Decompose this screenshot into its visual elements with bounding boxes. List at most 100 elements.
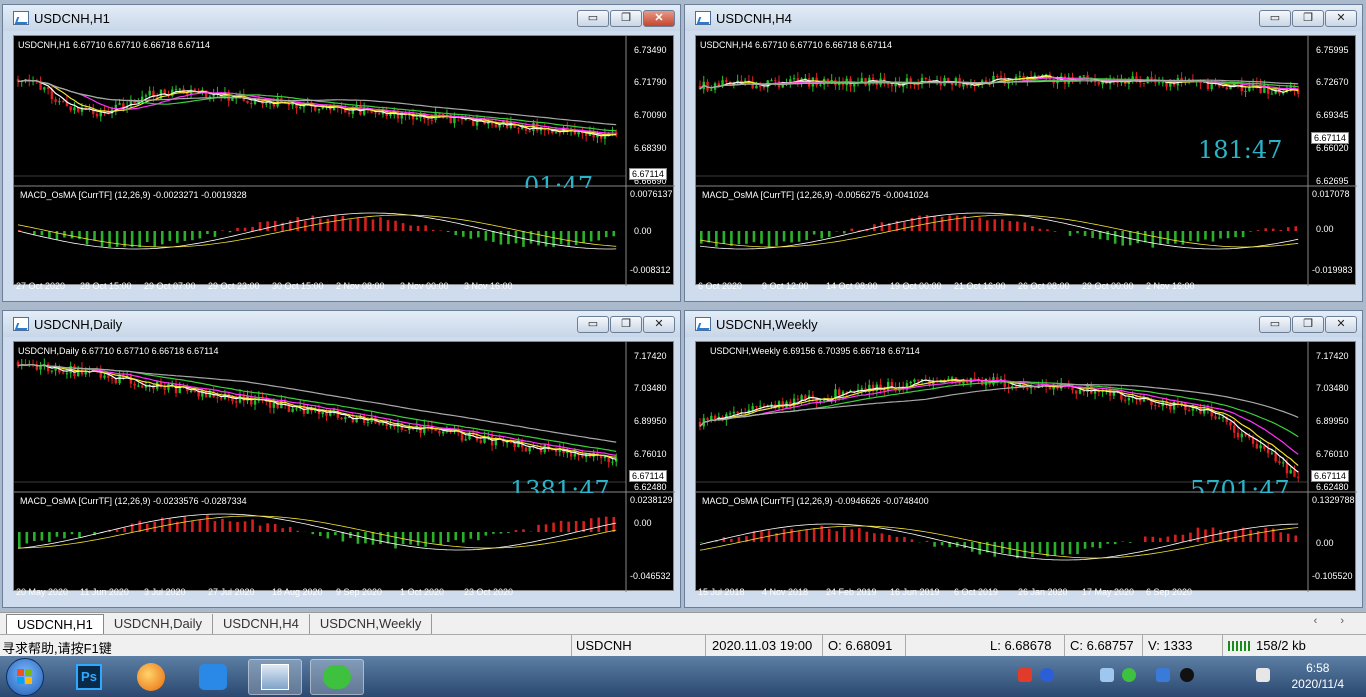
price-tick: 6.89950 — [634, 416, 667, 426]
time-label: 1 Oct 2020 — [400, 587, 445, 597]
maximize-button[interactable]: ❐ — [1292, 316, 1324, 333]
current-price-tag: 6.67114 — [1311, 132, 1349, 144]
time-label: 26 Oct 08:00 — [1018, 281, 1070, 291]
chart-window-daily[interactable]: USDCNH,Daily ▭ ❐ ✕ USDCNH,Daily 6.67710 … — [2, 310, 681, 608]
tab-scroll-arrows[interactable]: ‹ › — [1314, 615, 1354, 627]
tab-usdcnh-h4[interactable]: USDCNH,H4 — [213, 614, 310, 634]
network-tray-icon[interactable] — [1100, 668, 1114, 682]
fox-browser-taskbar-icon[interactable] — [124, 659, 178, 695]
chart-window-h1[interactable]: USDCNH,H1 ▭ ❐ ✕ USDCNH,H1 6.67710 6.6771… — [2, 4, 681, 302]
time-label: 24 Feb 2019 — [826, 587, 877, 597]
sogou-ime-icon[interactable] — [1018, 668, 1032, 682]
macd-tick: 0.00 — [1316, 538, 1334, 548]
minimize-button[interactable]: ▭ — [577, 10, 609, 27]
price-chart[interactable]: USDCNH,H1 6.67710 6.67710 6.66718 6.6711… — [13, 35, 675, 291]
title-bar[interactable]: USDCNH,Daily ▭ ❐ ✕ — [3, 311, 680, 337]
bar-timer: 5701:47 — [1190, 476, 1290, 493]
close-button[interactable]: ✕ — [643, 316, 675, 333]
time-label: 3 Jul 2020 — [144, 587, 186, 597]
time-label: 15 Jul 2018 — [698, 587, 745, 597]
maximize-button[interactable]: ❐ — [1292, 10, 1324, 27]
time-label: 14 Oct 08:00 — [826, 281, 878, 291]
title-bar[interactable]: USDCNH,Weekly ▭ ❐ ✕ — [685, 311, 1362, 337]
time-label: 19 Oct 00:00 — [890, 281, 942, 291]
minimize-button[interactable]: ▭ — [1259, 316, 1291, 333]
qq-tray-icon[interactable] — [1180, 668, 1194, 682]
status-volume: V: 1333 — [1148, 638, 1193, 653]
title-bar[interactable]: USDCNH,H4 ▭ ❐ ✕ — [685, 5, 1362, 31]
macd-tick: 0.00 — [634, 226, 652, 236]
shield-tray-icon[interactable] — [1156, 668, 1170, 682]
current-price-tag: 6.67114 — [629, 168, 667, 180]
chart-window-h4[interactable]: USDCNH,H4 ▭ ❐ ✕ USDCNH,H4 6.67710 6.6771… — [684, 4, 1363, 302]
macd-tick: 0.00 — [634, 518, 652, 528]
chart-window-weekly[interactable]: USDCNH,Weekly ▭ ❐ ✕ USDCNH,Weekly 6.6915… — [684, 310, 1363, 608]
windows-logo-icon — [17, 669, 33, 685]
system-clock[interactable]: 6:58 2020/11/4 — [1292, 660, 1345, 692]
title-bar[interactable]: USDCNH,H1 ▭ ❐ ✕ — [3, 5, 680, 31]
time-label: 6 Sep 2020 — [1146, 587, 1193, 597]
chart-canvas — [14, 36, 675, 286]
status-open: O: 6.68091 — [828, 638, 893, 653]
price-chart[interactable]: USDCNH,Daily 6.67710 6.67710 6.66718 6.6… — [13, 341, 675, 597]
price-chart[interactable]: USDCNH,Weekly 6.69156 6.70395 6.66718 6.… — [695, 341, 1357, 597]
time-axis: 20 May 2020 11 Jun 2020 3 Jul 2020 27 Jul 2… — [14, 586, 634, 600]
time-label: 27 Jul 2020 — [208, 587, 255, 597]
current-price-tag: 6.67114 — [1311, 470, 1349, 482]
maximize-button[interactable]: ❐ — [610, 316, 642, 333]
time-label: 21 Oct 16:00 — [954, 281, 1006, 291]
time-label: 2 Nov 08:00 — [336, 281, 385, 291]
maximize-button[interactable]: ❐ — [610, 10, 642, 27]
macd-tick: 0.00 — [1316, 224, 1334, 234]
time-label: 17 May 2020 — [1082, 587, 1135, 597]
price-tick: 7.03480 — [634, 383, 667, 393]
time-label: 3 Nov 00:00 — [400, 281, 449, 291]
time-label: 28 Oct 15:00 — [80, 281, 132, 291]
wechat-taskbar-icon[interactable] — [310, 659, 364, 695]
price-chart[interactable]: USDCNH,H4 6.67710 6.67710 6.66718 6.6711… — [695, 35, 1357, 291]
price-tick: 6.62480 — [634, 482, 667, 492]
chart-info-label: USDCNH,Daily 6.67710 6.67710 6.66718 6.6… — [18, 346, 219, 356]
time-label: 29 Oct 00:00 — [1082, 281, 1134, 291]
close-button[interactable]: ✕ — [643, 10, 675, 27]
chart-window-icon — [695, 11, 711, 25]
price-tick: 6.72670 — [1316, 77, 1349, 87]
macd-label: MACD_OsMA [CurrTF] (12,26,9) -0.0056275 … — [702, 190, 929, 200]
mt4-taskbar-icon[interactable] — [248, 659, 302, 695]
macd-label: MACD_OsMA [CurrTF] (12,26,9) -0.0233576 … — [20, 496, 247, 506]
signal-bars-icon — [1228, 641, 1252, 651]
price-tick: 6.76010 — [634, 449, 667, 459]
chart-canvas — [14, 342, 675, 592]
time-label: 9 Oct 12:00 — [762, 281, 809, 291]
minimize-button[interactable]: ▭ — [577, 316, 609, 333]
photoshop-taskbar-icon[interactable]: Ps — [62, 659, 116, 695]
status-time: 2020.11.03 19:00 — [712, 638, 813, 653]
close-button[interactable]: ✕ — [1325, 316, 1357, 333]
help-tray-icon[interactable] — [1040, 668, 1054, 682]
price-tick: 6.89950 — [1316, 416, 1349, 426]
tab-usdcnh-weekly[interactable]: USDCNH,Weekly — [310, 614, 433, 634]
tab-usdcnh-h1[interactable]: USDCNH,H1 — [6, 614, 104, 634]
window-title: USDCNH,Weekly — [716, 316, 818, 332]
macd-tick: 0.0238129 — [630, 495, 673, 505]
status-symbol: USDCNH — [576, 638, 632, 653]
window-title: USDCNH,Daily — [34, 316, 123, 332]
volume-tray-icon[interactable] — [1256, 668, 1270, 682]
minimize-button[interactable]: ▭ — [1259, 10, 1291, 27]
tab-usdcnh-daily[interactable]: USDCNH,Daily — [104, 614, 213, 634]
price-tick: 6.73490 — [634, 45, 667, 55]
help-text: 寻求帮助,请按F1键 — [2, 641, 112, 656]
wechat-tray-icon[interactable] — [1122, 668, 1136, 682]
current-price-tag: 6.67114 — [629, 470, 667, 482]
time-label: 16 Jun 2019 — [890, 587, 940, 597]
close-button[interactable]: ✕ — [1325, 10, 1357, 27]
macd-tick: 0.1329788 — [1312, 495, 1355, 505]
bird-app-taskbar-icon[interactable] — [186, 659, 240, 695]
macd-label: MACD_OsMA [CurrTF] (12,26,9) -0.0023271 … — [20, 190, 247, 200]
window-title: USDCNH,H1 — [34, 10, 110, 26]
status-close: C: 6.68757 — [1070, 638, 1134, 653]
chart-info-label: USDCNH,H4 6.67710 6.67710 6.66718 6.6711… — [700, 40, 892, 50]
start-button[interactable] — [6, 658, 44, 696]
time-label: 27 Oct 2020 — [16, 281, 66, 291]
bar-timer: 1381:47 — [510, 476, 610, 493]
